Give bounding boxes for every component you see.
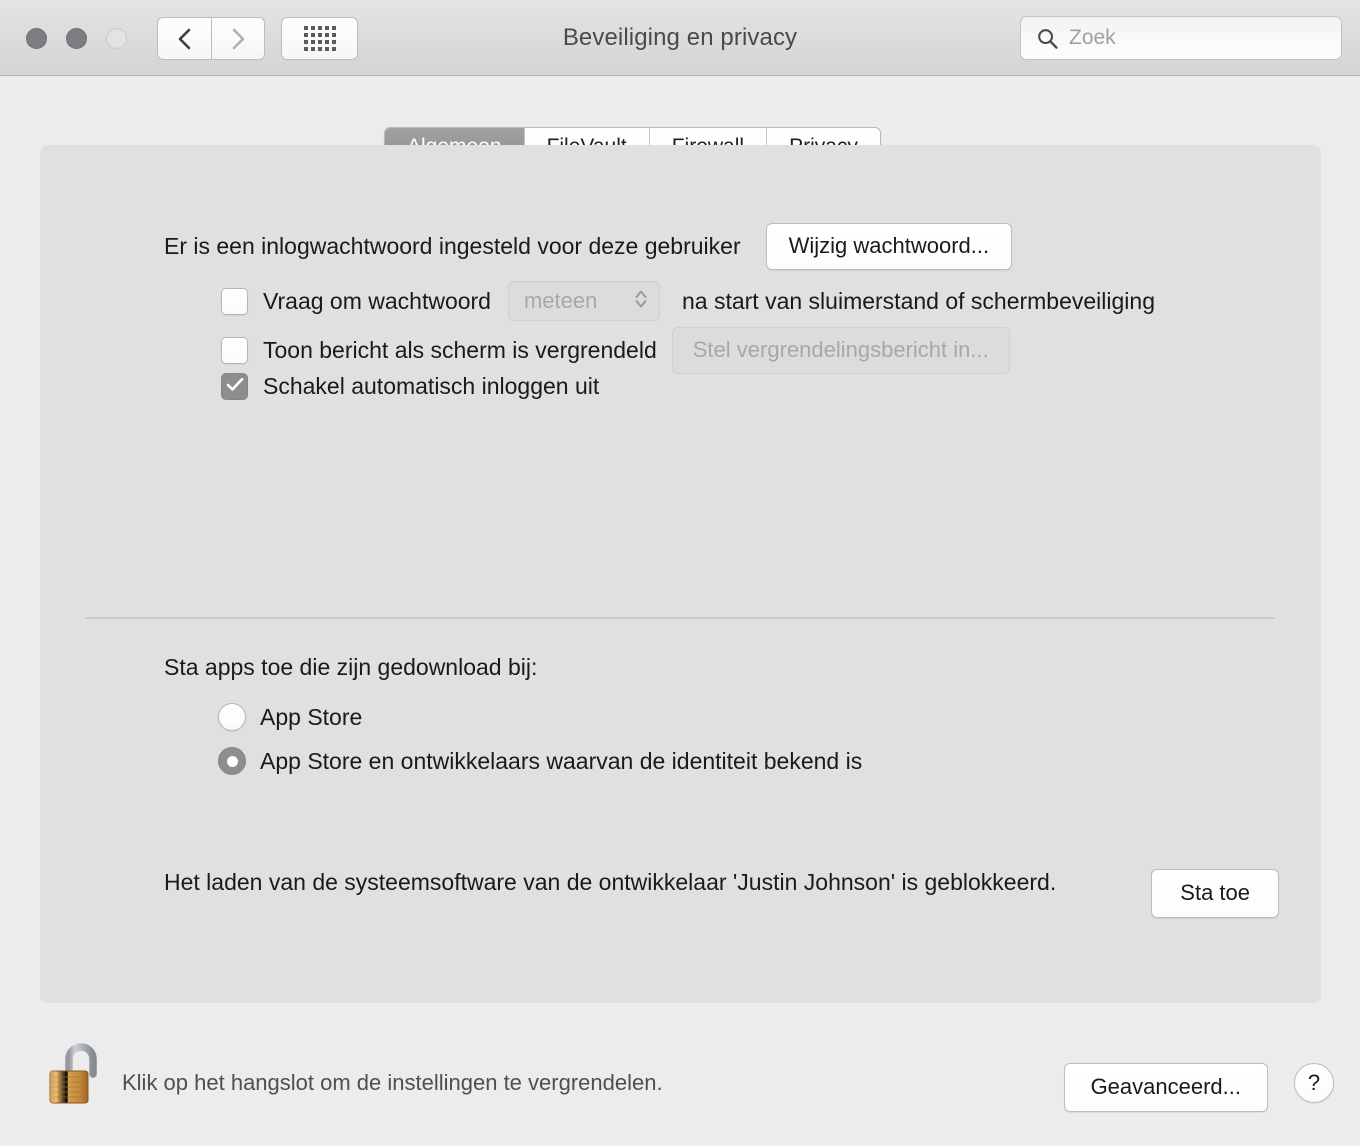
general-settings-panel: Er is een inlogwachtwoord ingesteld voor… [40, 145, 1321, 1003]
show-lock-message-row: Toon bericht als scherm is vergrendeld S… [221, 327, 1010, 374]
change-password-button[interactable]: Wijzig wachtwoord... [765, 223, 1013, 270]
require-password-checkbox[interactable] [221, 287, 248, 315]
require-password-delay-select[interactable]: meteen [507, 281, 660, 321]
radio-appstore-and-developers[interactable] [218, 747, 246, 775]
search-icon [1037, 28, 1058, 49]
show-lock-message-checkbox[interactable] [221, 337, 248, 364]
allow-button[interactable]: Sta toe [1151, 869, 1279, 918]
search-field[interactable]: Zoek [1020, 16, 1342, 60]
section-divider [85, 617, 1275, 619]
require-password-delay-value: meteen [523, 288, 598, 313]
allow-apps-option-appstore-and-developers[interactable]: App Store en ontwikkelaars waarvan de id… [218, 747, 862, 775]
allow-apps-heading: Sta apps toe die zijn gedownload bij: [164, 654, 538, 680]
radio-appstore[interactable] [218, 703, 246, 731]
radio-appstore-label: App Store [260, 703, 363, 730]
disable-auto-login-checkbox[interactable] [221, 373, 248, 400]
login-password-row: Er is een inlogwachtwoord ingesteld voor… [164, 223, 1013, 270]
require-password-suffix: na start van sluimerstand of schermbevei… [681, 287, 1155, 314]
disable-auto-login-label: Schakel automatisch inloggen uit [263, 373, 600, 399]
require-password-row: Vraag om wachtwoord meteen na start van … [221, 281, 1155, 321]
lock-instruction-text: Klik op het hangslot om de instellingen … [122, 1070, 663, 1095]
radio-appstore-and-developers-label: App Store en ontwikkelaars waarvan de id… [260, 747, 863, 774]
show-lock-message-label: Toon bericht als scherm is vergrendeld [263, 337, 657, 363]
require-password-label: Vraag om wachtwoord [263, 287, 491, 314]
login-password-status: Er is een inlogwachtwoord ingesteld voor… [164, 233, 741, 259]
disable-auto-login-row: Schakel automatisch inloggen uit [221, 373, 599, 400]
search-input[interactable]: Zoek [1069, 26, 1116, 50]
window-titlebar: Beveiliging en privacy Zoek [0, 0, 1360, 76]
checkmark-icon [226, 377, 244, 397]
help-button[interactable]: ? [1294, 1063, 1334, 1103]
stepper-chevron-icon [633, 287, 649, 316]
advanced-button[interactable]: Geavanceerd... [1063, 1063, 1268, 1112]
blocked-software-row: Het laden van de systeemsoftware van de … [164, 867, 1279, 918]
blocked-software-message: Het laden van de systeemsoftware van de … [164, 869, 1057, 895]
set-lock-message-button[interactable]: Stel vergrendelingsbericht in... [671, 327, 1010, 374]
open-padlock-icon[interactable] [46, 1042, 104, 1106]
allow-apps-option-appstore[interactable]: App Store [218, 703, 362, 731]
